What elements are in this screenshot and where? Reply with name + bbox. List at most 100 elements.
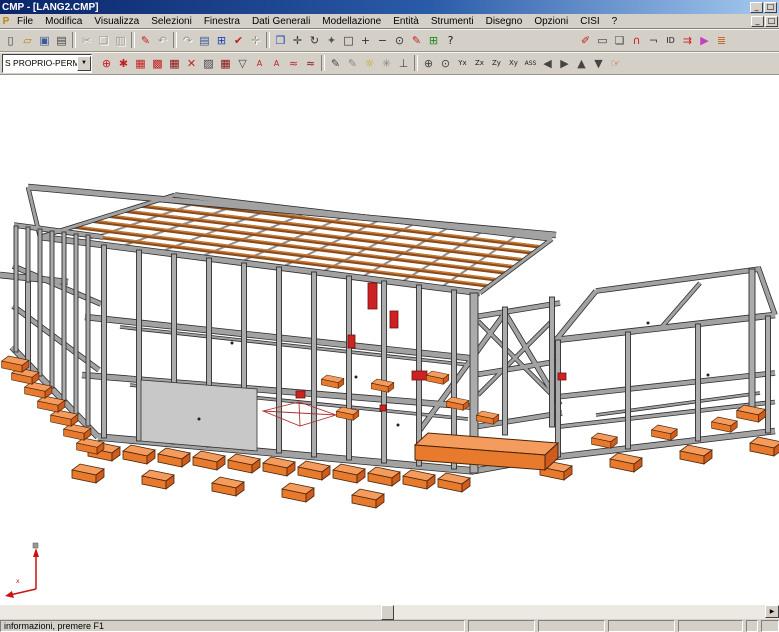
model-viewport[interactable]: x [0, 75, 779, 604]
arrow-right-icon: ▶ [770, 608, 775, 615]
copy-entity-button[interactable]: ❏ [611, 31, 628, 49]
window-controls: _□ [749, 1, 777, 13]
step-prev-button[interactable]: ◀ [539, 54, 556, 72]
menu-entità[interactable]: Entità [387, 16, 425, 27]
load-arc-1-button[interactable]: ≈ [285, 54, 302, 72]
scrollbar-thumb[interactable] [381, 605, 394, 620]
window-layout-button[interactable]: ❐ [272, 31, 289, 49]
light-bulb-button[interactable]: ☼ [361, 54, 378, 72]
offset-tool-button[interactable]: ¬ [645, 31, 662, 49]
table-select-button[interactable]: ▦ [217, 54, 234, 72]
zoom-extents-button[interactable]: ⊙ [391, 31, 408, 49]
step-prev-icon: ◀ [543, 58, 551, 69]
deselect-x-button[interactable]: ✕ [183, 54, 200, 72]
new-file-button[interactable]: ▯ [2, 31, 19, 49]
title-bar[interactable]: CMP - [LANG2.CMP] _□ [0, 0, 779, 14]
copy-button[interactable]: ❏ [95, 31, 112, 49]
open-file-button[interactable]: ▱ [19, 31, 36, 49]
isolate-selection-icon: ✱ [119, 58, 128, 69]
view-zx-button[interactable]: Zx [471, 54, 488, 72]
zoom-dynamic-button[interactable]: ⊕ [420, 54, 437, 72]
menu-disegno[interactable]: Disegno [480, 16, 529, 27]
drag-hand-button[interactable]: ✛ [247, 31, 264, 49]
horizontal-scrollbar[interactable]: ▶ [0, 604, 779, 619]
redline-pen-button[interactable]: ✎ [137, 31, 154, 49]
rotate-view-button[interactable]: ↻ [306, 31, 323, 49]
add-entity-button[interactable]: ⊞ [213, 31, 230, 49]
fill-down-button[interactable]: ▼ [590, 54, 607, 72]
zoom-previous-button[interactable]: ⊙ [437, 54, 454, 72]
zoom-out-button[interactable]: − [374, 31, 391, 49]
move-entity-button[interactable]: ▶ [696, 31, 713, 49]
view-zy-button[interactable]: Zy [488, 54, 505, 72]
undo-button[interactable]: ↶ [154, 31, 171, 49]
menu-items: FileModificaVisualizzaSelezioniFinestraD… [11, 16, 750, 27]
view-axon-button[interactable]: ASS [522, 54, 539, 72]
zoom-in-button[interactable]: + [357, 31, 374, 49]
redo-button[interactable]: ↷ [179, 31, 196, 49]
view-yx-button[interactable]: Yx [454, 54, 471, 72]
menu-modellazione[interactable]: Modellazione [316, 16, 387, 27]
ground-plane-button[interactable]: ⊥ [395, 54, 412, 72]
restraint-a1-button[interactable]: A [251, 54, 268, 72]
visibility-options-button[interactable]: ✳ [378, 54, 395, 72]
load-arc-2-button[interactable]: ≈ [302, 54, 319, 72]
zoom-box-button[interactable]: □ [340, 31, 357, 49]
verify-check-button[interactable]: ✔ [230, 31, 247, 49]
zoom-extents-icon: ⊙ [395, 35, 404, 46]
mdi-restore-button[interactable]: □ [765, 16, 778, 27]
shade-view-button[interactable]: ✦ [323, 31, 340, 49]
menu-opzioni[interactable]: Opzioni [528, 16, 574, 27]
view-xy-button[interactable]: Xy [505, 54, 522, 72]
mesh-select-2-button[interactable]: ▩ [149, 54, 166, 72]
section-cut-button[interactable]: ▨ [200, 54, 217, 72]
save-file-button[interactable]: ▣ [36, 31, 53, 49]
redraw-pen-button[interactable]: ✐ [577, 31, 594, 49]
document-icon[interactable]: P [1, 16, 11, 27]
print-button[interactable]: ▤ [53, 31, 70, 49]
menu-dati-generali[interactable]: Dati Generali [246, 16, 316, 27]
menu-selezioni[interactable]: Selezioni [145, 16, 198, 27]
minimize-button[interactable]: _ [750, 2, 763, 13]
mesh-select-3-button[interactable]: ▦ [166, 54, 183, 72]
pan-hand-button[interactable]: ☞ [607, 54, 624, 72]
magnet-node-button[interactable]: ∩ [628, 31, 645, 49]
zoom-selection-button[interactable]: ⊕ [98, 54, 115, 72]
paste-button[interactable]: ▥ [112, 31, 129, 49]
deselect-x-icon: ✕ [187, 58, 196, 69]
filter-funnel-button[interactable]: ▽ [234, 54, 251, 72]
step-next-button[interactable]: ▶ [556, 54, 573, 72]
menu-finestra[interactable]: Finestra [198, 16, 246, 27]
edit-pen-button[interactable]: ✎ [327, 54, 344, 72]
restraint-a2-button[interactable]: A [268, 54, 285, 72]
save-file-icon: ▣ [39, 35, 49, 46]
menu-file[interactable]: File [11, 16, 39, 27]
menu-visualizza[interactable]: Visualizza [88, 16, 145, 27]
mdi-minimize-button[interactable]: _ [751, 16, 764, 27]
cut-button[interactable]: ✂ [78, 31, 95, 49]
combo-dropdown-button[interactable]: ▼ [77, 56, 91, 71]
toolbar-separator [321, 55, 325, 71]
node-vectors-button[interactable]: ⇉ [679, 31, 696, 49]
print-preview-button[interactable]: ▤ [196, 31, 213, 49]
snap-grid-button[interactable]: ⊞ [425, 31, 442, 49]
menu-strumenti[interactable]: Strumenti [425, 16, 480, 27]
menu-modifica[interactable]: Modifica [39, 16, 88, 27]
erase-entity-button[interactable]: ▭ [594, 31, 611, 49]
menu-cisi[interactable]: CISI [574, 16, 605, 27]
fill-up-button[interactable]: ▲ [573, 54, 590, 72]
pan-view-button[interactable]: ✛ [289, 31, 306, 49]
layer-colors-button[interactable]: ≣ [713, 31, 730, 49]
props-pen-button[interactable]: ✎ [344, 54, 361, 72]
cut-icon: ✂ [82, 35, 91, 46]
scrollbar-right-arrow[interactable]: ▶ [765, 605, 779, 618]
table-select-icon: ▦ [220, 58, 230, 69]
menu-help[interactable]: ? [606, 16, 624, 27]
context-help-button[interactable]: ? [442, 31, 459, 49]
mesh-select-1-button[interactable]: ▦ [132, 54, 149, 72]
isolate-selection-button[interactable]: ✱ [115, 54, 132, 72]
measure-pencil-button[interactable]: ✎ [408, 31, 425, 49]
maximize-button[interactable]: □ [764, 2, 777, 13]
id-query-button[interactable]: ID [662, 31, 679, 49]
load-case-combobox[interactable]: S PROPRIO-PERMANENTE ▼ [2, 54, 92, 73]
